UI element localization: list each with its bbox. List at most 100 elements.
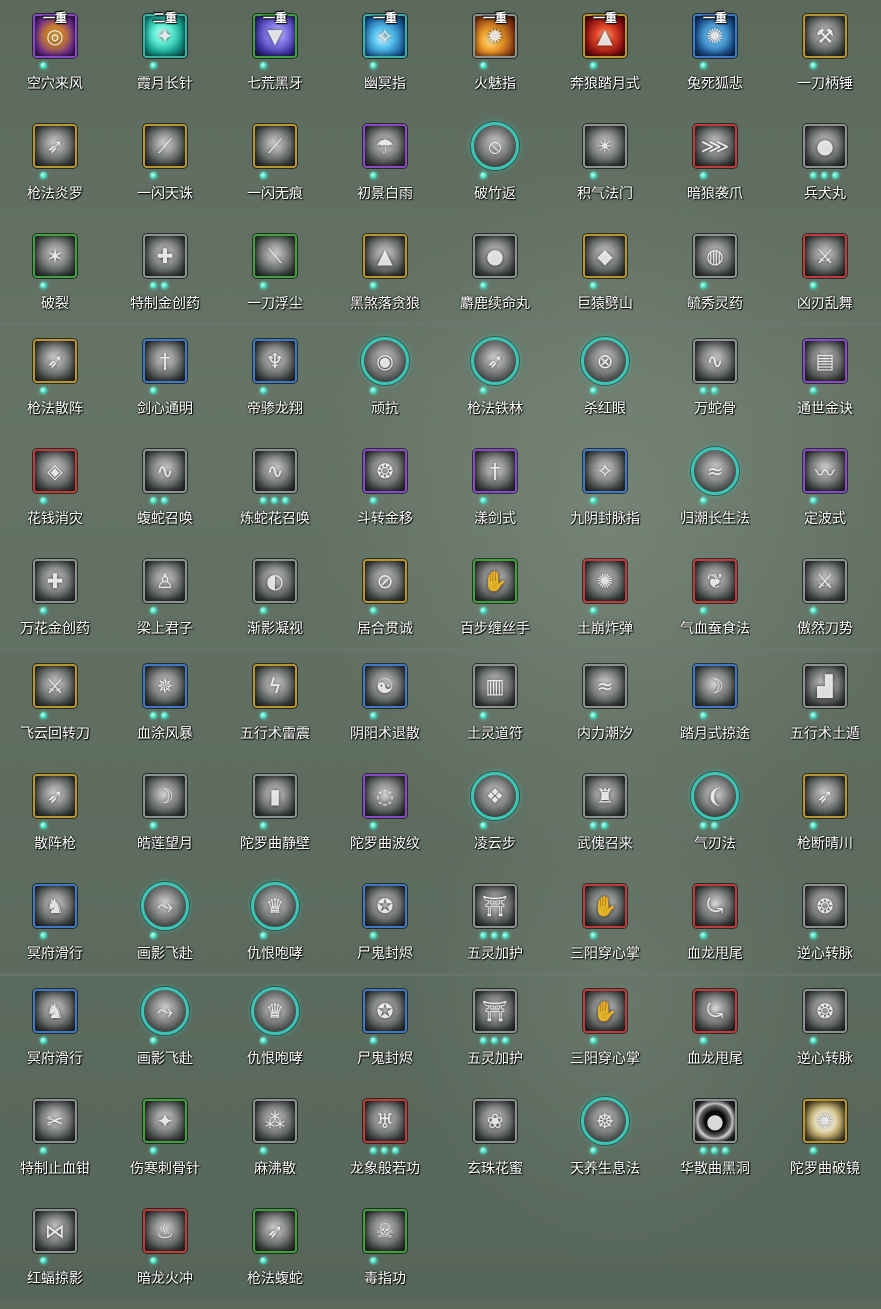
skill-slot[interactable]: ✺ 一重 兔死狐悲 <box>660 12 770 114</box>
skill-slot[interactable]: ❨ 气刃法 <box>660 772 770 874</box>
skill-slot[interactable]: ◐ 渐影凝视 <box>220 559 330 659</box>
skill-slot[interactable]: ✹ 一重 火魅指 <box>440 12 550 114</box>
spear-icon[interactable]: ➶ <box>33 339 77 383</box>
pill-icon[interactable]: ● <box>473 234 517 278</box>
skill-slot[interactable]: ☽ 踏月式掠途 <box>660 664 770 764</box>
snake-icon[interactable]: ∿ <box>143 449 187 493</box>
bat-icon[interactable]: ⋈ <box>33 1209 77 1253</box>
skill-slot[interactable]: ✧ 九阴封脉指 <box>550 449 660 549</box>
moon-icon[interactable]: ☽ <box>693 664 737 708</box>
skill-slot[interactable]: ▮ 陀罗曲静壁 <box>220 774 330 874</box>
skill-slot[interactable]: ✂ 特制止血钳 <box>0 1099 110 1199</box>
skill-slot[interactable]: ⋈ 红蝠掠影 <box>0 1209 110 1309</box>
skill-slot[interactable]: ⦸ 破竹返 <box>440 122 550 224</box>
sword-icon[interactable]: † <box>143 339 187 383</box>
thief-icon[interactable]: ♙ <box>143 559 187 603</box>
skill-slot[interactable]: ● 兵犬丸 <box>770 124 880 224</box>
hammer-icon[interactable]: ⚒ <box>803 14 847 58</box>
flash-slash-icon[interactable]: ⟋ <box>143 124 187 168</box>
mirror-icon[interactable]: ✺ <box>803 1099 847 1143</box>
ghost-icon[interactable]: ✪ <box>363 884 407 928</box>
skill-slot[interactable]: ❂ 逆心转脉 <box>770 884 880 984</box>
skill-slot[interactable]: ❖ 凌云步 <box>440 772 550 874</box>
skill-slot[interactable]: ⊘ 居合贯诚 <box>330 559 440 659</box>
skill-slot[interactable]: ❦ 气血蚕食法 <box>660 559 770 659</box>
dash-icon[interactable]: ⤳ <box>141 987 189 1035</box>
skill-slot[interactable]: ● 华散曲黑洞 <box>660 1099 770 1199</box>
slash-icon[interactable]: ⟍ <box>253 234 297 278</box>
skill-slot[interactable]: ☠ 毒指功 <box>330 1209 440 1309</box>
skill-slot[interactable]: ✵ 血涂风暴 <box>110 664 220 764</box>
air-blade-icon[interactable]: ❨ <box>691 772 739 820</box>
skill-slot[interactable]: ♨ 暗龙火冲 <box>110 1209 220 1309</box>
skill-slot[interactable]: ✴ 积气法门 <box>550 124 660 224</box>
shrine-icon[interactable]: ⛩ <box>473 989 517 1033</box>
skill-slot[interactable]: ⁂ 麻沸散 <box>220 1099 330 1199</box>
fire-icon[interactable]: ♨ <box>143 1209 187 1253</box>
wave-icon[interactable]: 〰 <box>803 449 847 493</box>
clamp-icon[interactable]: ✂ <box>33 1099 77 1143</box>
hand-icon[interactable]: ✋ <box>473 559 517 603</box>
blade-icon[interactable]: ⚔ <box>33 664 77 708</box>
skill-slot[interactable]: ✪ 尸鬼封烬 <box>330 884 440 984</box>
skill-slot[interactable]: ♞ 冥府滑行 <box>0 989 110 1089</box>
bamboo-icon[interactable]: ⦸ <box>471 122 519 170</box>
iai-icon[interactable]: ⊘ <box>363 559 407 603</box>
puppet-icon[interactable]: ♜ <box>583 774 627 818</box>
skill-slot[interactable]: ● 麝鹿续命丸 <box>440 234 550 334</box>
skill-slot[interactable]: ✪ 尸鬼封烬 <box>330 989 440 1089</box>
whirlwind-icon[interactable]: ◎ 一重 <box>33 12 77 58</box>
swirl-icon[interactable]: ❂ <box>363 449 407 493</box>
snake-icon[interactable]: ∿ <box>253 449 297 493</box>
skill-slot[interactable]: ⟋ 一闪无痕 <box>220 124 330 224</box>
skill-slot[interactable]: ✋ 三阳穿心掌 <box>550 989 660 1089</box>
qi-icon[interactable]: ✴ <box>583 124 627 168</box>
skill-slot[interactable]: ≈ 归潮长生法 <box>660 447 770 549</box>
rage-icon[interactable]: ⊗ <box>581 337 629 385</box>
skill-slot[interactable]: ϟ 五行术雷震 <box>220 664 330 764</box>
skill-slot[interactable]: ✺ 土崩炸弹 <box>550 559 660 659</box>
skill-slot[interactable]: ♅ 龙象般若功 <box>330 1099 440 1199</box>
skill-slot[interactable]: ◉ 顽抗 <box>330 337 440 439</box>
spear-icon[interactable]: ➶ <box>471 337 519 385</box>
skill-slot[interactable]: ⚔ 傲然刀势 <box>770 559 880 659</box>
skill-slot[interactable]: ⚔ 飞云回转刀 <box>0 664 110 764</box>
skill-slot[interactable]: ✚ 万花金创药 <box>0 559 110 659</box>
skill-slot[interactable]: ⤳ 画影飞赴 <box>110 882 220 984</box>
dragon-icon[interactable]: ♆ <box>253 339 297 383</box>
poison-finger-icon[interactable]: ☠ <box>363 1209 407 1253</box>
skill-slot[interactable]: ♆ 帝骖龙翔 <box>220 339 330 439</box>
skill-slot[interactable]: ◆ 巨猿劈山 <box>550 234 660 334</box>
skill-slot[interactable]: ⊗ 杀红眼 <box>550 337 660 439</box>
skill-slot[interactable]: ⟋ 一闪天诛 <box>110 124 220 224</box>
dash-icon[interactable]: ⤳ <box>141 882 189 930</box>
skill-slot[interactable]: ▟ 五行术土遁 <box>770 664 880 764</box>
medicine-icon[interactable]: ✚ <box>143 234 187 278</box>
ghost-icon[interactable]: ✪ <box>363 989 407 1033</box>
skill-slot[interactable]: ⛩ 五灵加护 <box>440 989 550 1089</box>
blade-icon[interactable]: ⚔ <box>803 234 847 278</box>
yinyang-icon[interactable]: ☯ <box>363 664 407 708</box>
skill-slot[interactable]: ◎ 一重 空穴来风 <box>0 12 110 114</box>
powder-icon[interactable]: ⁂ <box>253 1099 297 1143</box>
skill-slot[interactable]: ▼ 一重 七荒黑牙 <box>220 12 330 114</box>
palm-icon[interactable]: ✋ <box>583 989 627 1033</box>
skill-slot[interactable]: ▲ 一重 奔狼踏月式 <box>550 12 660 114</box>
needle-icon[interactable]: ✦ 二重 <box>143 12 187 58</box>
drain-icon[interactable]: ❦ <box>693 559 737 603</box>
earth-icon[interactable]: ▟ <box>803 664 847 708</box>
fox-icon[interactable]: ✺ 一重 <box>693 12 737 58</box>
fire-finger-icon[interactable]: ✹ 一重 <box>473 12 517 58</box>
skill-slot[interactable]: ♛ 仇恨咆哮 <box>220 882 330 984</box>
gaze-icon[interactable]: ◐ <box>253 559 297 603</box>
spear-icon[interactable]: ➶ <box>33 124 77 168</box>
skill-slot[interactable]: ⋙ 暗狼袭爪 <box>660 124 770 224</box>
ape-icon[interactable]: ◆ <box>583 234 627 278</box>
talisman-icon[interactable]: ▥ <box>473 664 517 708</box>
rain-icon[interactable]: ☂ <box>363 124 407 168</box>
meditate-icon[interactable]: ☸ <box>581 1097 629 1145</box>
skill-slot[interactable]: ◍ 毓秀灵药 <box>660 234 770 334</box>
medicine-icon[interactable]: ✚ <box>33 559 77 603</box>
wolf-icon[interactable]: ▲ 一重 <box>583 12 627 58</box>
snake-icon[interactable]: ∿ <box>693 339 737 383</box>
